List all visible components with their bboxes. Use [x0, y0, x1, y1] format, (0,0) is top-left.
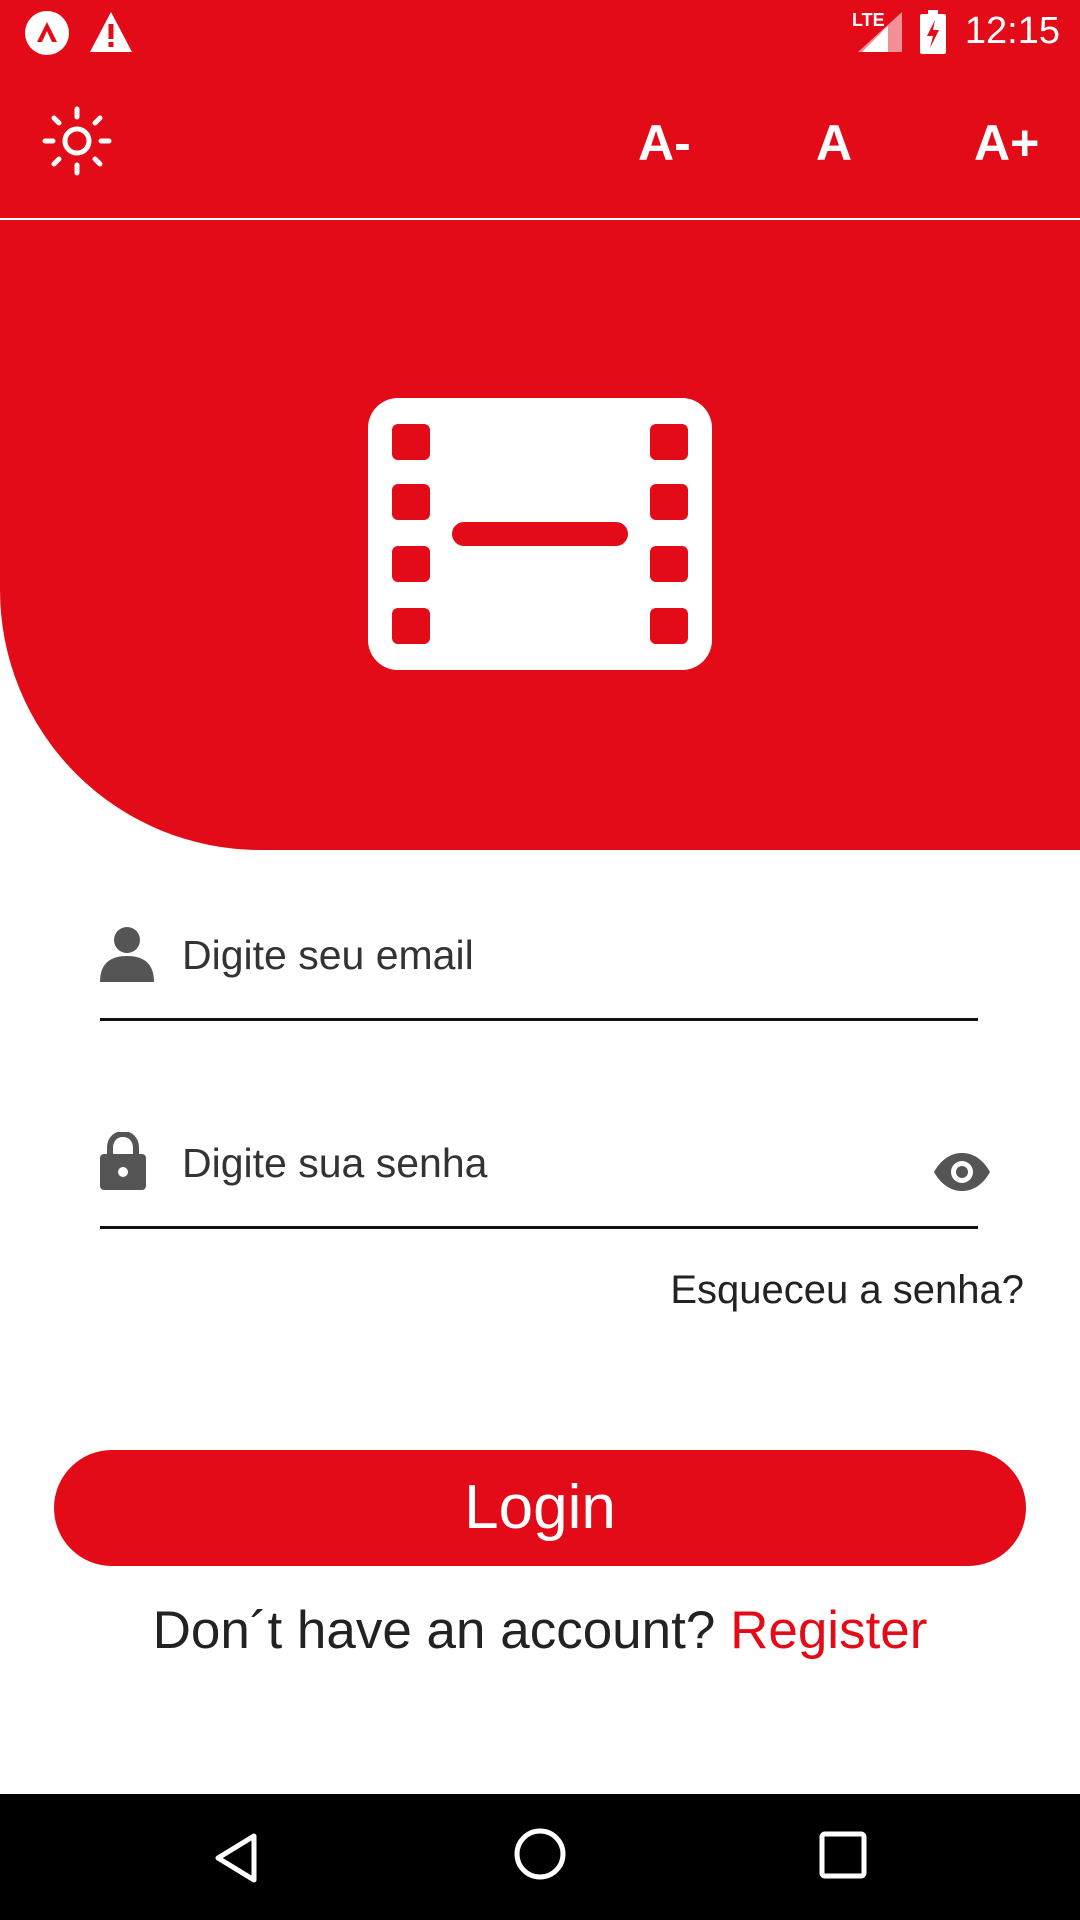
status-bar: LTE 12:15 [0, 0, 1080, 66]
battery-charging-icon [920, 10, 946, 54]
login-button[interactable]: Login [54, 1450, 1026, 1566]
eye-icon[interactable] [932, 1152, 992, 1192]
forgot-password-link[interactable]: Esqueceu a senha? [670, 1268, 1024, 1313]
signal-icon [858, 12, 902, 52]
email-input[interactable]: Digite seu email [182, 932, 474, 979]
recents-icon[interactable] [818, 1830, 870, 1882]
email-field[interactable]: Digite seu email [100, 908, 978, 1021]
font-decrease-button[interactable]: A- [638, 114, 691, 172]
font-increase-button[interactable]: A+ [974, 114, 1039, 172]
password-input[interactable]: Digite sua senha [182, 1140, 487, 1187]
register-prompt-text: Don´t have an account? [152, 1601, 716, 1660]
sun-icon[interactable] [42, 106, 112, 176]
film-icon [368, 398, 712, 670]
app-notification-icon [25, 11, 69, 55]
home-icon[interactable] [512, 1826, 568, 1882]
warning-icon [90, 12, 132, 52]
top-toolbar: A- A A+ [0, 66, 1080, 218]
clock: 12:15 [964, 10, 1060, 52]
back-icon[interactable] [210, 1830, 266, 1886]
register-link[interactable]: Register [730, 1601, 927, 1660]
lock-icon [100, 1132, 146, 1190]
font-reset-button[interactable]: A [816, 114, 852, 172]
person-icon [100, 927, 154, 982]
register-prompt: Don´t have an account? Register [0, 1600, 1080, 1661]
navigation-bar [0, 1794, 1080, 1920]
password-field[interactable]: Digite sua senha [100, 1116, 990, 1229]
